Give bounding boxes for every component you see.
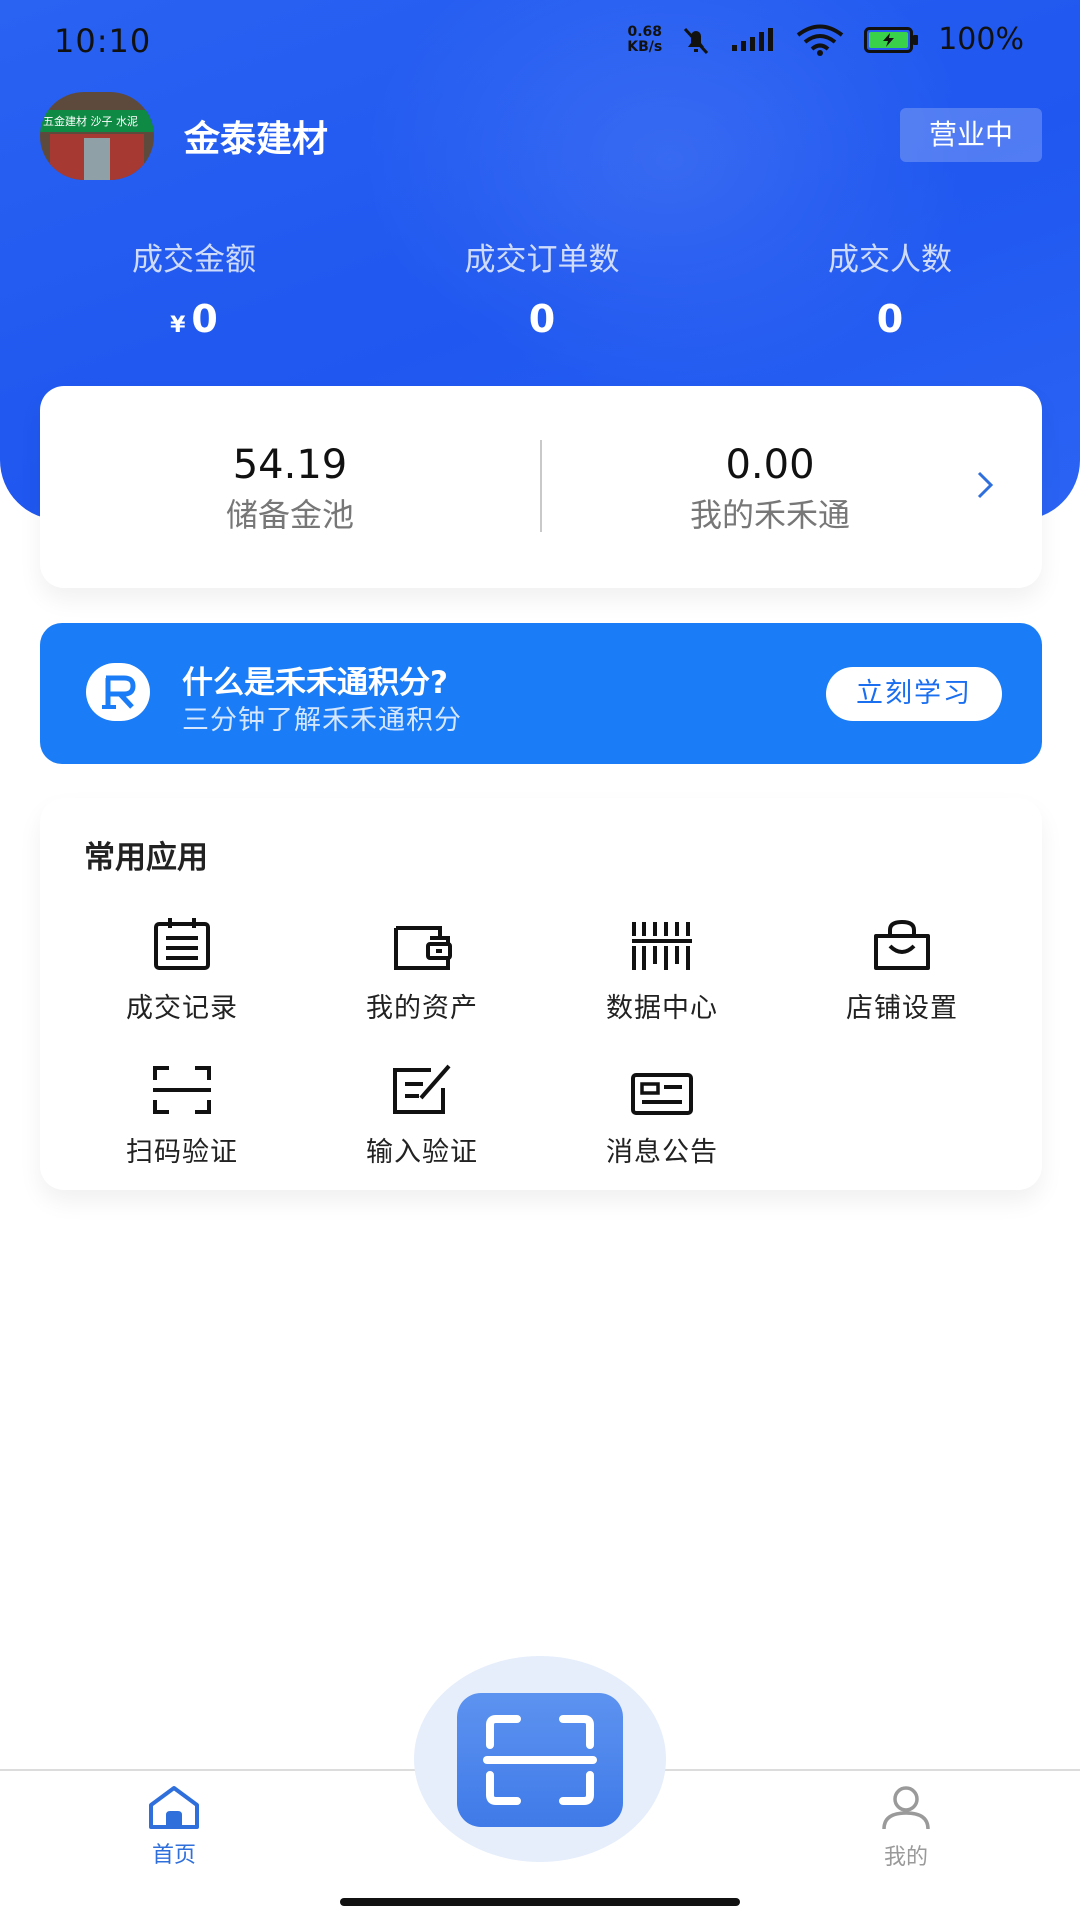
status-bar: 10:10 0.68 KB/s 100% [0, 0, 1080, 86]
id-card-icon [631, 1073, 693, 1115]
store-avatar[interactable]: 五金建材 沙子 水泥 [40, 92, 154, 180]
wallet-icon [394, 926, 452, 970]
stat-orders-label: 成交订单数 [464, 242, 620, 278]
stat-orders-value: 0 [528, 297, 556, 341]
balance-card[interactable]: 54.19 储备金池 0.00 我的禾禾通 [40, 386, 1042, 588]
nav-mine-label: 我的 [883, 1845, 928, 1870]
stat-amount-value: ¥0 [94, 297, 294, 341]
balance-divider [540, 440, 542, 532]
reserve-pool-value: 54.19 [232, 442, 348, 488]
mute-bell-icon [684, 27, 709, 54]
app-label: 数据中心 [606, 993, 718, 1024]
stat-customers-label: 成交人数 [828, 242, 952, 278]
scan-icon [483, 1715, 597, 1805]
store-status-button[interactable]: 营业中 [900, 108, 1042, 162]
r-logo-glyph-icon [102, 675, 136, 709]
store-name: 金泰建材 [184, 119, 329, 160]
stat-customers: 成交人数 0 [780, 234, 1000, 341]
my-hehetong-value: 0.00 [725, 442, 815, 488]
currency-symbol: ¥ [170, 313, 186, 338]
home-indicator [340, 1898, 740, 1906]
bag-icon [874, 920, 930, 970]
stat-customers-value: 0 [876, 297, 904, 341]
app-label: 扫码验证 [126, 1137, 238, 1168]
edit-icon [393, 1064, 451, 1114]
network-speed-value: 0.68 [627, 23, 662, 40]
home-icon [149, 1786, 199, 1829]
app-label: 我的资产 [366, 993, 478, 1024]
promo-title: 什么是禾禾通积分? [182, 665, 448, 701]
status-right: 0.68 KB/s 100% [627, 22, 1024, 57]
stat-amount-number: 0 [191, 297, 218, 341]
nav-mine[interactable]: 我的 [846, 1785, 966, 1871]
scan-button[interactable] [457, 1693, 623, 1827]
common-apps-card: 常用应用 成交记录 我的资产 数据中心 店铺设置 扫码验证 输入验证 消息公告 [40, 798, 1042, 1190]
nav-home-label: 首页 [151, 1843, 196, 1868]
avatar-door [84, 138, 110, 180]
network-speed-unit: KB/s [627, 38, 663, 55]
app-announcements[interactable]: 消息公告 [562, 1056, 762, 1169]
app-deal-records[interactable]: 成交记录 [82, 912, 282, 1025]
app-label: 店铺设置 [846, 993, 958, 1024]
status-time: 10:10 [54, 22, 152, 60]
wifi-icon [796, 24, 844, 56]
r-logo-icon [86, 663, 150, 721]
my-hehetong-label: 我的禾禾通 [689, 496, 850, 534]
learn-now-button[interactable]: 立刻学习 [826, 667, 1002, 721]
signal-icon [732, 27, 774, 51]
points-promo-banner[interactable]: 什么是禾禾通积分? 三分钟了解禾禾通积分 立刻学习 [40, 623, 1042, 764]
common-apps-title: 常用应用 [84, 840, 208, 876]
app-data-center[interactable]: 数据中心 [562, 912, 762, 1025]
app-label: 输入验证 [366, 1137, 478, 1168]
calendar-icon [154, 918, 210, 970]
app-label: 消息公告 [606, 1137, 718, 1168]
app-scan-verify[interactable]: 扫码验证 [82, 1056, 282, 1169]
app-input-verify[interactable]: 输入验证 [322, 1056, 522, 1169]
my-hehetong[interactable]: 0.00 我的禾禾通 [580, 442, 960, 536]
stat-orders: 成交订单数 0 [412, 234, 672, 341]
app-label: 成交记录 [126, 993, 238, 1024]
reserve-pool-label: 储备金池 [225, 496, 354, 534]
avatar-sign-text: 五金建材 沙子 水泥 [43, 115, 138, 128]
barcode-icon [632, 922, 692, 970]
app-store-settings[interactable]: 店铺设置 [802, 912, 1002, 1025]
user-icon [882, 1786, 930, 1830]
nav-home[interactable]: 首页 [114, 1785, 234, 1869]
chevron-right-icon[interactable] [976, 470, 994, 500]
promo-subtitle: 三分钟了解禾禾通积分 [182, 705, 462, 736]
network-speed: 0.68 KB/s [627, 23, 663, 55]
stat-amount-label: 成交金额 [132, 242, 256, 278]
battery-icon [864, 26, 919, 53]
stat-amount: 成交金额 ¥0 [94, 234, 294, 341]
battery-percent: 100% [938, 22, 1024, 57]
reserve-pool[interactable]: 54.19 储备金池 [100, 442, 480, 536]
app-my-assets[interactable]: 我的资产 [322, 912, 522, 1025]
scan-icon [153, 1066, 211, 1114]
